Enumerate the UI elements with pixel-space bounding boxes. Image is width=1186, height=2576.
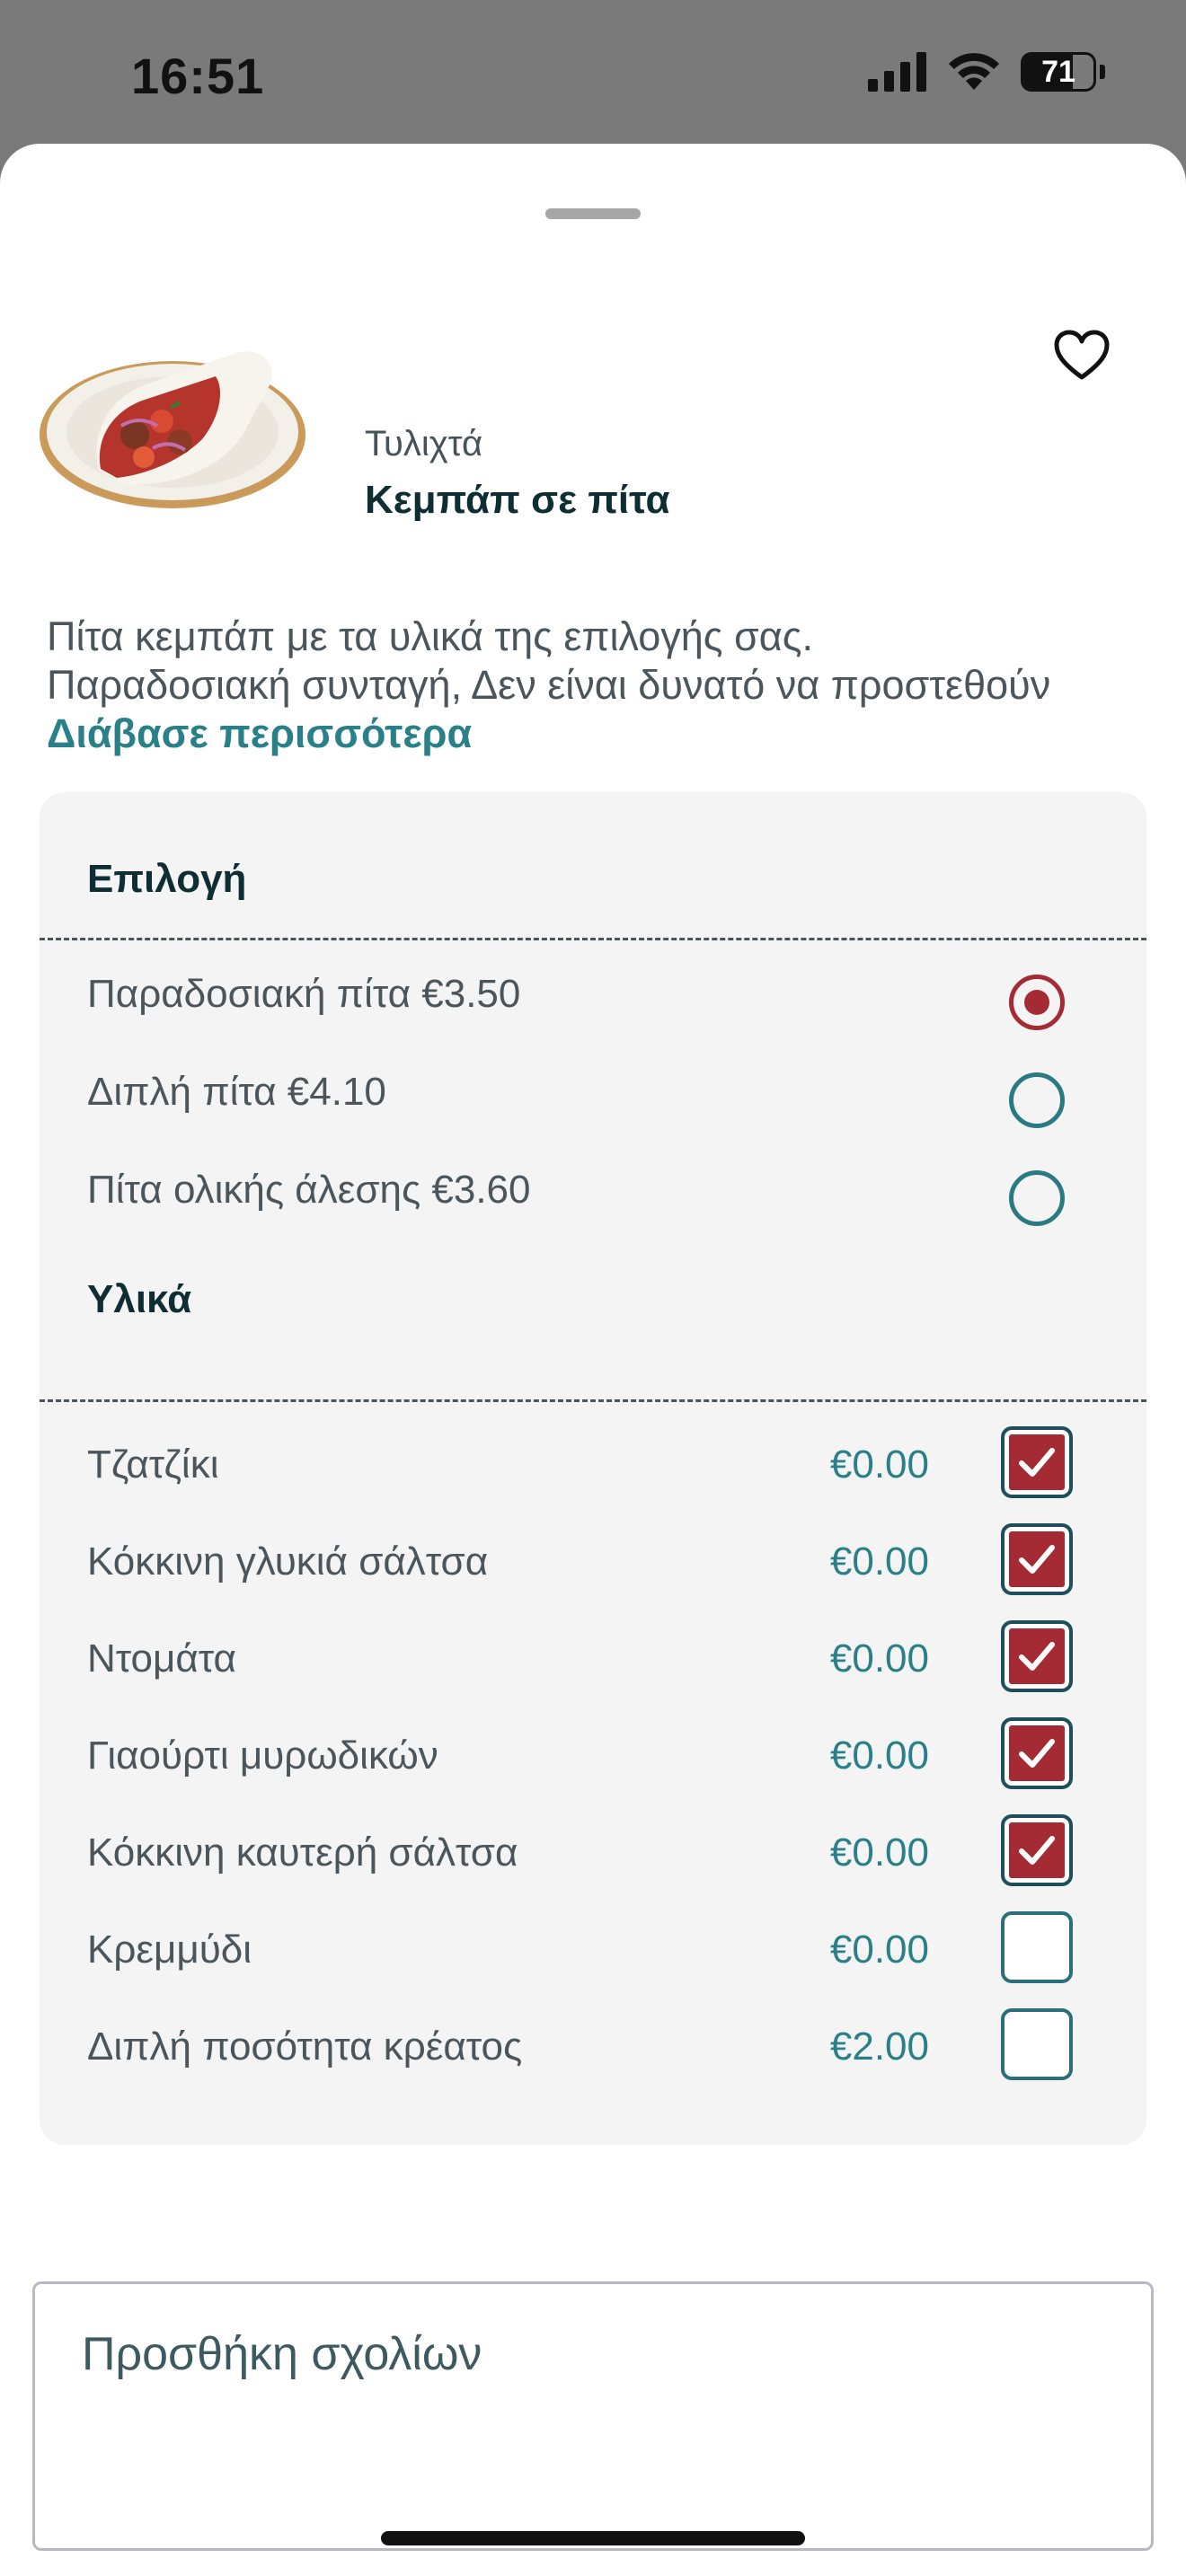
ingredient-label: Κόκκινη καυτερή σάλτσα: [87, 1831, 518, 1875]
ingredient-checkbox[interactable]: [1001, 1523, 1073, 1595]
product-description: Πίτα κεμπάπ με τα υλικά της επιλογής σας…: [47, 613, 1152, 758]
status-bar: 16:51 71: [0, 0, 1186, 144]
signal-icon: [868, 52, 926, 92]
comments-field[interactable]: Προσθήκη σχολίων: [32, 2281, 1154, 2551]
ingredient-price: €2.00: [829, 2025, 929, 2069]
ingredient-label: Ντομάτα: [87, 1636, 236, 1681]
choice-option-label: Διπλή πίτα €4.10: [87, 1070, 386, 1114]
ingredient-price: €0.00: [829, 1636, 929, 1681]
section-divider: [40, 938, 1146, 940]
ingredient-checkbox[interactable]: [1001, 2008, 1073, 2080]
sheet-grabber[interactable]: [545, 208, 641, 219]
product-sheet: Τυλιχτά Κεμπάπ σε πίτα Πίτα κεμπάπ με τα…: [0, 144, 1186, 2576]
checkmark-icon: [1019, 1836, 1055, 1865]
ingredient-checkbox[interactable]: [1001, 1426, 1073, 1498]
comments-placeholder: Προσθήκη σχολίων: [82, 2328, 482, 2380]
favorite-heart-icon[interactable]: [1053, 329, 1111, 381]
ingredient-price: €0.00: [829, 1928, 929, 1972]
checkmark-icon: [1019, 1642, 1055, 1671]
wifi-icon: [949, 53, 999, 90]
ingredient-label: Γιαούρτι μυρωδικών: [87, 1734, 438, 1778]
choice-radio[interactable]: [1009, 1170, 1065, 1226]
ingredient-price: €0.00: [829, 1831, 929, 1875]
ingredient-checkbox[interactable]: [1001, 1814, 1073, 1886]
checkmark-icon: [1019, 1448, 1055, 1477]
ingredient-checkbox[interactable]: [1001, 1620, 1073, 1692]
ingredient-price: €0.00: [829, 1734, 929, 1778]
choice-section-title: Επιλογή: [87, 857, 247, 901]
options-card: Επιλογή Παραδοσιακή πίτα €3.50 Διπλή πίτ…: [40, 792, 1146, 2145]
status-time: 16:51: [131, 48, 265, 104]
ingredient-label: Διπλή ποσότητα κρέατος: [87, 2025, 523, 2069]
ingredient-label: Κόκκινη γλυκιά σάλτσα: [87, 1539, 489, 1584]
status-icons: 71: [868, 52, 1105, 92]
ingredient-checkbox[interactable]: [1001, 1911, 1073, 1983]
description-line: Παραδοσιακή συνταγή, Δεν είναι δυνατό να…: [47, 662, 1051, 708]
checkmark-icon: [1019, 1739, 1055, 1768]
product-image: [40, 351, 305, 508]
ingredient-price: €0.00: [829, 1539, 929, 1584]
description-line: Πίτα κεμπάπ με τα υλικά της επιλογής σας…: [47, 613, 813, 659]
checkmark-icon: [1019, 1545, 1055, 1574]
choice-option-label: Πίτα ολικής άλεσης €3.60: [87, 1168, 531, 1212]
section-divider: [40, 1399, 1146, 1402]
ingredient-label: Τζατζίκι: [87, 1442, 219, 1486]
ingredient-price: €0.00: [829, 1442, 929, 1486]
choice-radio[interactable]: [1009, 975, 1065, 1030]
product-category: Τυλιχτά: [365, 424, 483, 463]
choice-radio[interactable]: [1009, 1072, 1065, 1128]
battery-tip: [1100, 65, 1105, 79]
home-indicator: [381, 2531, 805, 2545]
read-more-link[interactable]: Διάβασε περισσότερα: [47, 710, 1152, 758]
choice-option-label: Παραδοσιακή πίτα €3.50: [87, 972, 521, 1016]
ingredient-label: Κρεμμύδι: [87, 1928, 252, 1972]
battery-level: 71: [1041, 55, 1075, 89]
ingredients-section-title: Υλικά: [87, 1277, 192, 1321]
ingredient-checkbox[interactable]: [1001, 1717, 1073, 1789]
product-title: Κεμπάπ σε πίτα: [365, 478, 670, 522]
battery-icon: 71: [1021, 52, 1096, 92]
